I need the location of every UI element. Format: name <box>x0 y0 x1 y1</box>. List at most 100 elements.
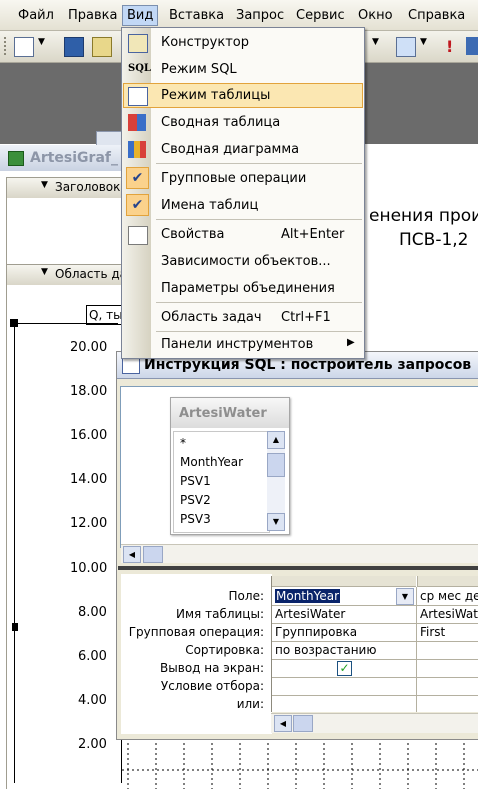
grid-cell-sort[interactable] <box>417 642 478 660</box>
field-listbox[interactable]: * MonthYear PSV1 PSV2 PSV3 <box>173 431 270 533</box>
menu-item-join-properties[interactable]: Параметры объединения <box>123 276 363 301</box>
chart-frame-line <box>14 323 15 783</box>
chevron-down-icon[interactable]: ▼ <box>372 37 382 55</box>
check-icon: ✔ <box>126 167 149 189</box>
y-tick-label: 20.00 <box>70 340 108 355</box>
report-icon <box>8 151 24 166</box>
menu-help[interactable]: Справка <box>408 8 465 23</box>
menu-item-group-operations[interactable]: ✔ Групповые операции <box>123 166 363 191</box>
show-checkbox[interactable]: ✓ <box>337 661 352 676</box>
field-scrollbar[interactable]: ▲ ▼ <box>267 431 285 531</box>
menu-item-design[interactable]: Конструктор <box>123 30 363 55</box>
column-selector[interactable] <box>417 576 478 587</box>
row-label-field: Поле: <box>228 589 264 603</box>
sql-icon: SQL <box>128 63 151 74</box>
menu-insert[interactable]: Вставка <box>169 8 224 23</box>
run-icon[interactable]: ! <box>446 37 454 56</box>
chevron-down-icon[interactable]: ▼ <box>38 37 48 55</box>
menu-item-pivot-chart[interactable]: Сводная диаграмма <box>123 137 363 162</box>
menu-item-sql[interactable]: SQL Режим SQL <box>123 57 363 82</box>
report-window-title: ArtesiGraf_ <box>30 150 118 166</box>
scroll-down-icon[interactable]: ▼ <box>267 513 285 531</box>
datasheet-icon <box>128 87 148 106</box>
grid-cell-table[interactable]: ArtesiWate <box>417 606 478 624</box>
menu-separator <box>156 219 362 220</box>
chart-dotted-grid <box>122 738 478 789</box>
menu-item-table-names[interactable]: ✔ Имена таблиц <box>123 193 363 218</box>
menu-query[interactable]: Запрос <box>236 8 284 23</box>
table-header[interactable]: ArtesiWater <box>171 398 289 428</box>
menu-view[interactable]: Вид <box>122 5 159 26</box>
row-label-table: Имя таблицы: <box>176 607 264 621</box>
scroll-left-icon[interactable]: ◀ <box>123 546 141 563</box>
scroll-thumb[interactable] <box>267 453 285 477</box>
menu-item-task-pane[interactable]: Область задач Ctrl+F1 <box>123 305 363 330</box>
menu-tools[interactable]: Сервис <box>296 8 345 23</box>
scroll-thumb[interactable] <box>143 546 163 563</box>
chevron-down-icon[interactable]: ▼ <box>396 588 414 605</box>
menu-file[interactable]: Файл <box>18 8 54 23</box>
field-item[interactable]: PSV2 <box>180 493 211 507</box>
grid-cell-show: ✓ <box>272 660 416 678</box>
menu-item-properties[interactable]: Свойства Alt+Enter <box>123 222 363 247</box>
pivot-chart-icon <box>128 141 146 158</box>
selection-handle[interactable] <box>12 623 18 631</box>
y-tick-label: 2.00 <box>78 737 107 752</box>
table-field-list[interactable]: ArtesiWater * MonthYear PSV1 PSV2 PSV3 ▲… <box>170 397 290 535</box>
y-tick-label: 4.00 <box>78 693 107 708</box>
grid-cell-table[interactable]: ArtesiWater <box>272 606 416 624</box>
y-tick-label: 6.00 <box>78 649 107 664</box>
chart-frame-top <box>18 323 118 324</box>
column-selector[interactable] <box>272 576 416 587</box>
chevron-down-icon[interactable]: ▼ <box>420 37 430 55</box>
scroll-up-icon[interactable]: ▲ <box>267 431 285 449</box>
menu-separator <box>156 302 362 303</box>
band-arrow-icon: ▼ <box>41 180 48 190</box>
grid-cell-field[interactable]: MonthYear ▼ <box>272 587 416 606</box>
query-type-icon[interactable] <box>396 37 416 57</box>
grid-cell-or[interactable] <box>272 696 416 712</box>
sql-builder-title: Инструкция SQL : построитель запросов <box>144 357 472 373</box>
menu-item-datasheet[interactable]: Режим таблицы <box>123 83 363 108</box>
field-item[interactable]: PSV3 <box>180 512 211 526</box>
y-tick-label: 12.00 <box>70 516 108 531</box>
menu-window[interactable]: Окно <box>358 8 393 23</box>
grid-cell-sort[interactable]: по возрастанию <box>272 642 416 660</box>
y-tick-label: 8.00 <box>78 605 107 620</box>
field-item[interactable]: PSV1 <box>180 474 211 488</box>
grid-hscroll[interactable]: ◀ <box>271 713 478 733</box>
check-icon: ✔ <box>126 194 149 216</box>
grid-cell-show[interactable] <box>417 660 478 678</box>
table-name: ArtesiWater <box>179 406 267 421</box>
field-value[interactable]: MonthYear <box>275 589 341 603</box>
data-band-label: Область да <box>55 267 127 281</box>
data-band[interactable]: ▼ Область да <box>6 264 128 286</box>
menu-item-dependencies[interactable]: Зависимости объектов... <box>123 249 363 274</box>
grid-cell-criteria[interactable] <box>417 678 478 696</box>
row-label-criteria: Условие отбора: <box>160 679 264 693</box>
grid-cell-group[interactable]: First <box>417 624 478 642</box>
menu-item-pivot-table[interactable]: Сводная таблица <box>123 110 363 135</box>
toolbar-more-icon[interactable] <box>466 37 478 55</box>
toolbar-grip-icon <box>4 37 10 55</box>
band-arrow-icon: ▼ <box>41 267 48 277</box>
menu-item-toolbars[interactable]: Панели инструментов ▶ <box>123 332 363 357</box>
row-label-or: или: <box>236 697 264 711</box>
properties-icon <box>128 226 148 245</box>
menu-edit[interactable]: Правка <box>68 8 117 23</box>
design-grid: MonthYear ▼ ArtesiWater Группировка по в… <box>271 576 478 712</box>
grid-cell-group[interactable]: Группировка <box>272 624 416 642</box>
print-preview-icon[interactable] <box>92 37 112 57</box>
table-pane-hscroll[interactable]: ◀ <box>121 544 478 563</box>
field-item[interactable]: MonthYear <box>180 455 243 469</box>
grid-cell-field[interactable]: ср мес деб <box>417 587 478 606</box>
y-tick-label: 18.00 <box>70 384 108 399</box>
save-icon[interactable] <box>64 37 84 57</box>
scroll-left-icon[interactable]: ◀ <box>274 715 292 732</box>
view-icon[interactable] <box>14 37 34 57</box>
grid-cell-criteria[interactable] <box>272 678 416 696</box>
field-item[interactable]: * <box>180 436 186 450</box>
header-band[interactable]: ▼ Заголовок о <box>6 177 132 199</box>
scroll-thumb[interactable] <box>293 715 313 732</box>
y-tick-label: 14.00 <box>70 472 108 487</box>
